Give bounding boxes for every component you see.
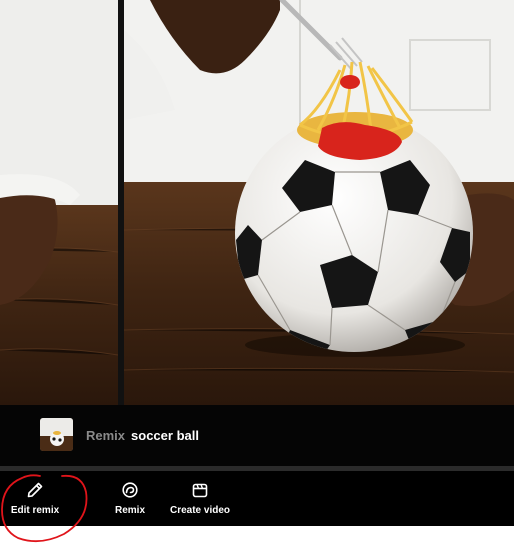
- thumbnail-image: [40, 418, 73, 451]
- remix-button[interactable]: Remix: [108, 477, 152, 521]
- prompt-keyword: Remix: [86, 428, 126, 443]
- remix-icon: [122, 482, 138, 498]
- edit-remix-label: Edit remix: [10, 505, 60, 516]
- prompt-bar: [0, 405, 514, 466]
- create-video-button[interactable]: Create video: [166, 477, 234, 521]
- create-video-label: Create video: [169, 505, 231, 516]
- clapperboard-icon: [192, 483, 208, 498]
- action-toolbar: [0, 471, 514, 526]
- edit-remix-button[interactable]: Edit remix: [6, 477, 64, 521]
- image-thumbnail[interactable]: [40, 418, 73, 451]
- prompt-text: Remix soccer ball: [86, 428, 199, 446]
- remix-label: Remix: [114, 505, 145, 516]
- generated-image[interactable]: [0, 0, 514, 405]
- prompt-value: soccer ball: [131, 428, 199, 443]
- pencil-icon: [27, 482, 43, 498]
- soccer-ball-spaghetti-image: [0, 0, 514, 405]
